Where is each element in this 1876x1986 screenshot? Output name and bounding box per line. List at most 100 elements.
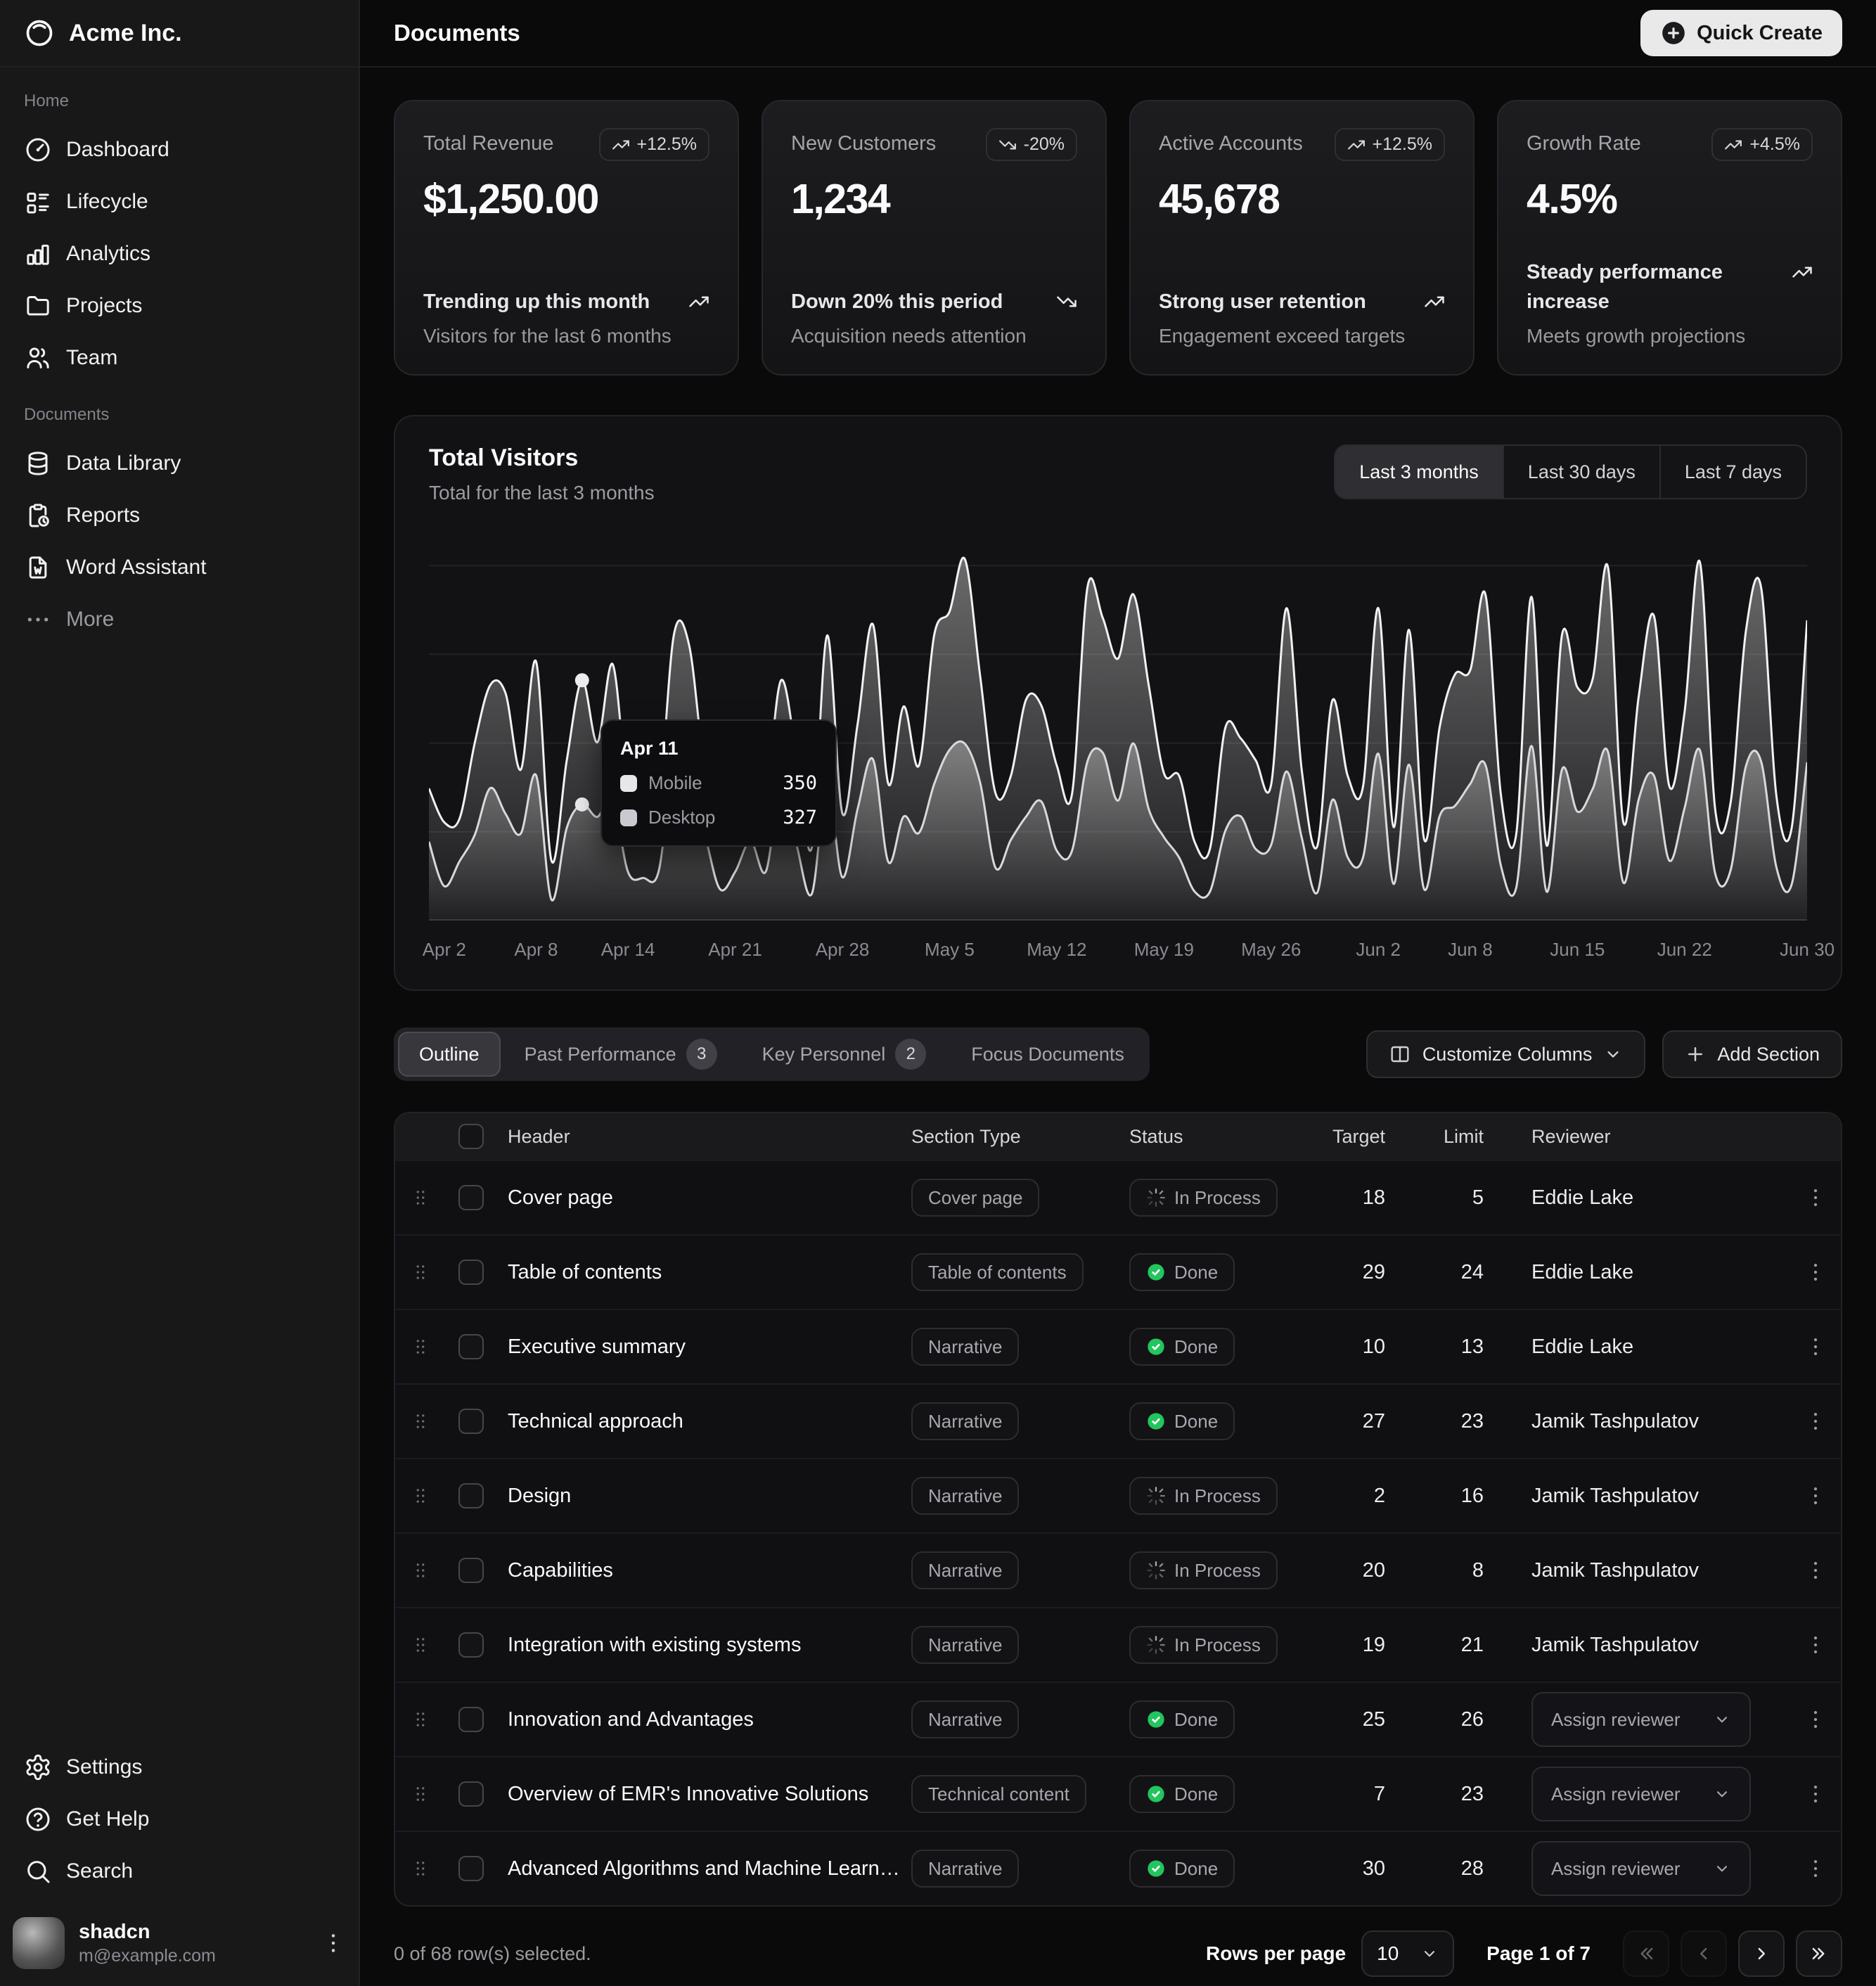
drag-handle[interactable]	[410, 1411, 431, 1432]
add-section-button[interactable]: Add Section	[1662, 1030, 1842, 1078]
user-menu-button[interactable]	[321, 1930, 346, 1956]
sidebar-item-search[interactable]: Search	[11, 1845, 347, 1897]
target-value[interactable]: 18	[1315, 1186, 1413, 1210]
row-actions-button[interactable]	[1804, 1335, 1827, 1359]
sidebar-item-reports[interactable]: Reports	[11, 489, 347, 542]
tab-key-personnel[interactable]: Key Personnel2	[741, 1032, 948, 1077]
row-actions-button[interactable]	[1804, 1708, 1827, 1731]
limit-value[interactable]: 23	[1413, 1410, 1512, 1433]
target-value[interactable]: 25	[1315, 1708, 1413, 1731]
row-actions-button[interactable]	[1804, 1633, 1827, 1657]
drag-handle[interactable]	[410, 1187, 431, 1208]
row-header[interactable]: Advanced Algorithms and Machine Learning	[496, 1857, 907, 1881]
sidebar-item-team[interactable]: Team	[11, 332, 347, 384]
tab-outline[interactable]: Outline	[398, 1032, 501, 1077]
target-value[interactable]: 10	[1315, 1335, 1413, 1359]
range-last-7-days[interactable]: Last 7 days	[1659, 446, 1806, 498]
assign-reviewer-select[interactable]: Assign reviewer	[1531, 1767, 1751, 1821]
rows-per-page-select[interactable]: 10	[1361, 1930, 1454, 1977]
tab-past-performance[interactable]: Past Performance3	[503, 1032, 738, 1077]
drag-handle[interactable]	[410, 1783, 431, 1805]
assign-reviewer-select[interactable]: Assign reviewer	[1531, 1692, 1751, 1747]
column-status[interactable]: Status	[1125, 1126, 1315, 1148]
sidebar-item-data-library[interactable]: Data Library	[11, 437, 347, 489]
target-value[interactable]: 27	[1315, 1410, 1413, 1433]
row-checkbox[interactable]	[458, 1483, 484, 1508]
limit-value[interactable]: 24	[1413, 1261, 1512, 1284]
sidebar-item-dashboard[interactable]: Dashboard	[11, 124, 347, 176]
drag-handle[interactable]	[410, 1709, 431, 1730]
target-value[interactable]: 29	[1315, 1261, 1413, 1284]
tab-focus-documents[interactable]: Focus Documents	[950, 1032, 1145, 1077]
row-header[interactable]: Technical approach	[496, 1410, 907, 1433]
row-header[interactable]: Design	[496, 1485, 907, 1508]
row-actions-button[interactable]	[1804, 1186, 1827, 1210]
customize-columns-button[interactable]: Customize Columns	[1366, 1030, 1646, 1078]
quick-create-button[interactable]: Quick Create	[1640, 10, 1842, 56]
row-actions-button[interactable]	[1804, 1484, 1827, 1508]
row-header[interactable]: Innovation and Advantages	[496, 1708, 907, 1731]
area-chart[interactable]: Apr 11 Mobile350Desktop327	[429, 548, 1807, 921]
row-header[interactable]: Overview of EMR's Innovative Solutions	[496, 1783, 907, 1806]
target-value[interactable]: 2	[1315, 1485, 1413, 1508]
drag-handle[interactable]	[410, 1560, 431, 1581]
sidebar-item-settings[interactable]: Settings	[11, 1741, 347, 1793]
target-value[interactable]: 7	[1315, 1783, 1413, 1806]
limit-value[interactable]: 5	[1413, 1186, 1512, 1210]
row-checkbox[interactable]	[458, 1260, 484, 1285]
row-checkbox[interactable]	[458, 1185, 484, 1210]
column-limit[interactable]: Limit	[1413, 1126, 1512, 1148]
row-header[interactable]: Executive summary	[496, 1335, 907, 1359]
row-actions-button[interactable]	[1804, 1260, 1827, 1284]
column-reviewer[interactable]: Reviewer	[1512, 1126, 1790, 1148]
sidebar-item-get-help[interactable]: Get Help	[11, 1793, 347, 1845]
row-header[interactable]: Capabilities	[496, 1559, 907, 1582]
row-header[interactable]: Table of contents	[496, 1261, 907, 1284]
sidebar-item-analytics[interactable]: Analytics	[11, 228, 347, 280]
drag-handle[interactable]	[410, 1262, 431, 1283]
drag-handle[interactable]	[410, 1634, 431, 1655]
drag-handle[interactable]	[410, 1336, 431, 1357]
assign-reviewer-select[interactable]: Assign reviewer	[1531, 1841, 1751, 1896]
row-checkbox[interactable]	[458, 1334, 484, 1359]
chevrons-right-page-button[interactable]	[1796, 1930, 1842, 1977]
sidebar-item-lifecycle[interactable]: Lifecycle	[11, 176, 347, 228]
drag-handle[interactable]	[410, 1485, 431, 1506]
limit-value[interactable]: 21	[1413, 1634, 1512, 1657]
limit-value[interactable]: 23	[1413, 1783, 1512, 1806]
row-actions-button[interactable]	[1804, 1857, 1827, 1881]
limit-value[interactable]: 16	[1413, 1485, 1512, 1508]
drag-handle[interactable]	[410, 1858, 431, 1879]
row-actions-button[interactable]	[1804, 1558, 1827, 1582]
row-checkbox[interactable]	[458, 1409, 484, 1434]
column-section-type[interactable]: Section Type	[907, 1126, 1125, 1148]
column-target[interactable]: Target	[1315, 1126, 1413, 1148]
limit-value[interactable]: 26	[1413, 1708, 1512, 1731]
range-last-30-days[interactable]: Last 30 days	[1503, 446, 1659, 498]
row-checkbox[interactable]	[458, 1558, 484, 1583]
row-actions-button[interactable]	[1804, 1782, 1827, 1806]
target-value[interactable]: 30	[1315, 1857, 1413, 1881]
brand[interactable]: Acme Inc.	[24, 18, 182, 49]
range-last-3-months[interactable]: Last 3 months	[1335, 446, 1503, 498]
sidebar-item-word-assistant[interactable]: Word Assistant	[11, 542, 347, 594]
chevron-right-page-button[interactable]	[1738, 1930, 1785, 1977]
row-checkbox[interactable]	[458, 1856, 484, 1881]
target-value[interactable]: 19	[1315, 1634, 1413, 1657]
column-header[interactable]: Header	[496, 1126, 907, 1148]
user-card[interactable]: shadcn m@example.com	[0, 1904, 359, 1986]
sidebar-item-projects[interactable]: Projects	[11, 280, 347, 332]
row-checkbox[interactable]	[458, 1632, 484, 1658]
row-checkbox[interactable]	[458, 1781, 484, 1807]
target-value[interactable]: 20	[1315, 1559, 1413, 1582]
row-actions-button[interactable]	[1804, 1409, 1827, 1433]
row-header[interactable]: Integration with existing systems	[496, 1634, 907, 1657]
limit-value[interactable]: 13	[1413, 1335, 1512, 1359]
row-header[interactable]: Cover page	[496, 1186, 907, 1210]
row-checkbox[interactable]	[458, 1707, 484, 1732]
limit-value[interactable]: 8	[1413, 1559, 1512, 1582]
sidebar-item-more[interactable]: More	[11, 594, 347, 646]
select-all-checkbox[interactable]	[458, 1124, 484, 1149]
x-tick: Apr 14	[601, 939, 655, 961]
limit-value[interactable]: 28	[1413, 1857, 1512, 1881]
